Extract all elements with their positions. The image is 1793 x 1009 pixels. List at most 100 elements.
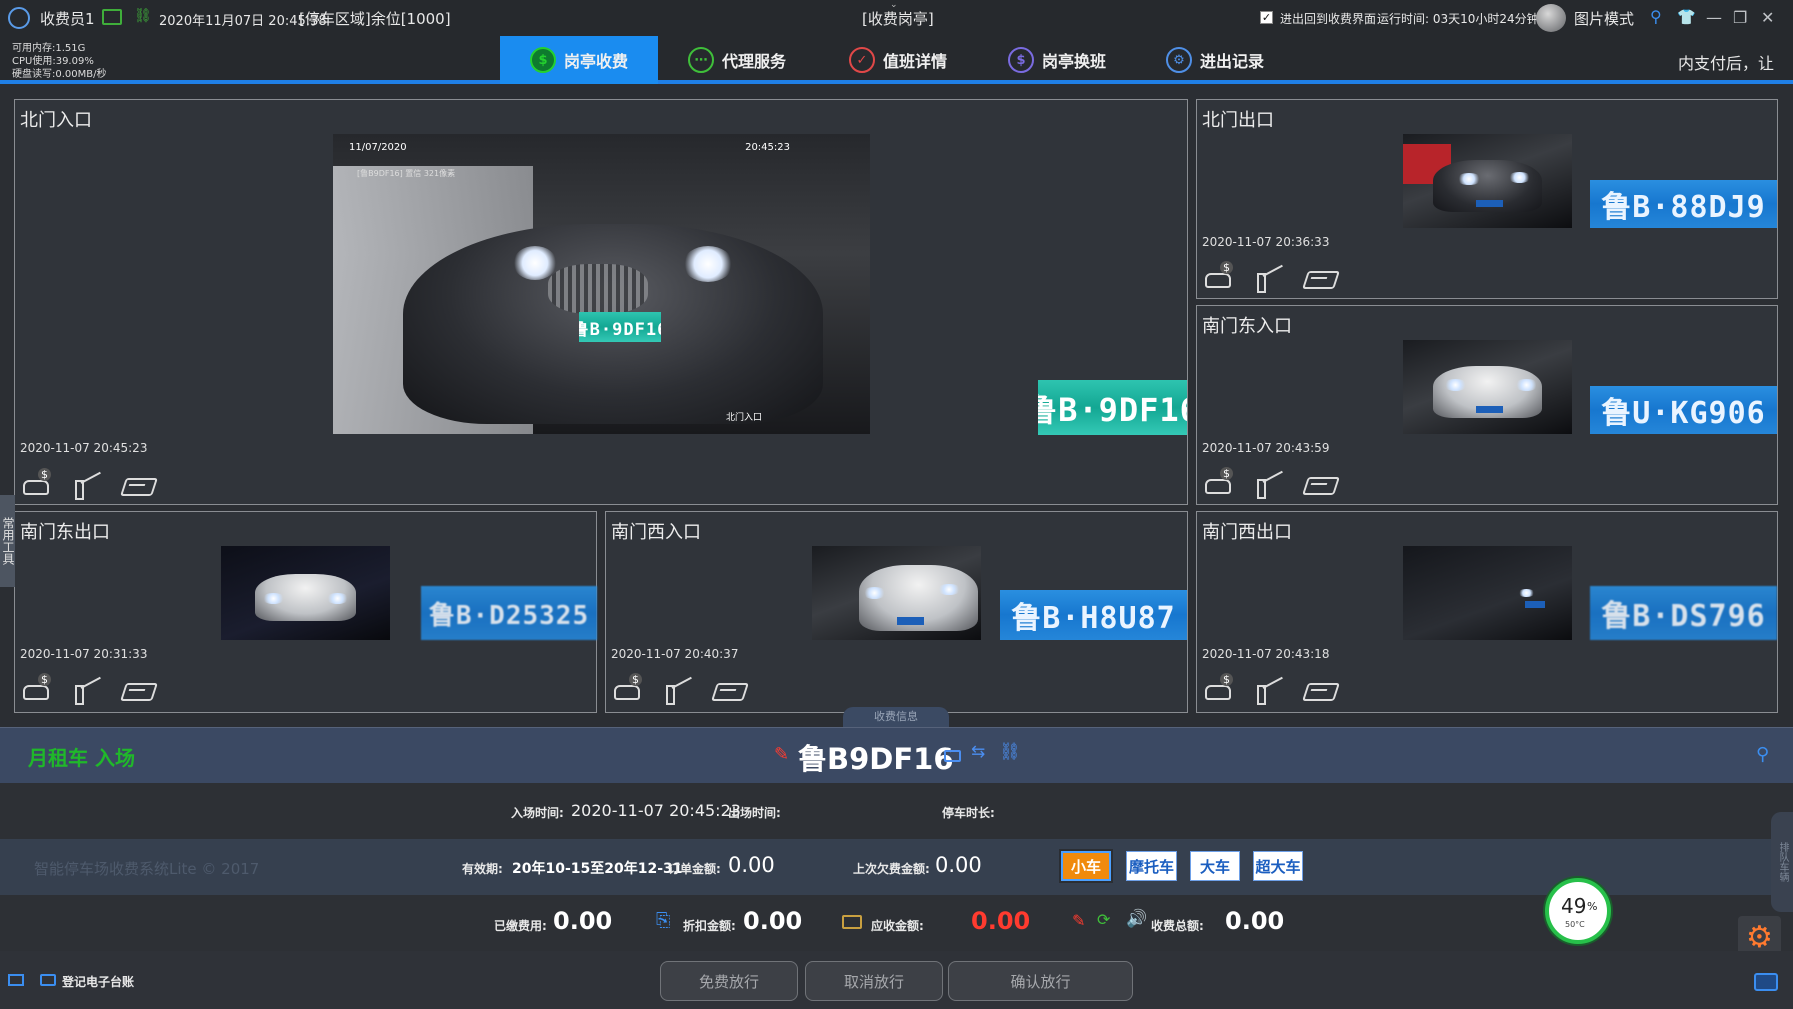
- tab-label: 岗亭换班: [1041, 52, 1106, 71]
- barrier-gate-icon[interactable]: [71, 472, 99, 500]
- exit-snapshot[interactable]: [221, 546, 390, 640]
- order-amount-label: 订单金额:: [668, 862, 721, 876]
- pen-icon[interactable]: ✎: [774, 744, 789, 765]
- charge-car-icon[interactable]: [21, 468, 51, 496]
- vehicle-type-large-car[interactable]: 大车: [1190, 851, 1240, 881]
- plate-image: 鲁U·KG906: [1590, 386, 1777, 434]
- charge-car-icon[interactable]: [21, 673, 51, 701]
- lane-time: 2020-11-07 20:31:33: [20, 647, 148, 661]
- refresh-icon[interactable]: ⟳: [1097, 910, 1110, 929]
- validity-value: 20年10-15至20年12-31: [512, 861, 683, 877]
- minimize-icon[interactable]: —: [1706, 8, 1722, 27]
- tab-label: 岗亭收费: [563, 52, 628, 71]
- overlay-info: [鲁B9DF16] 置信 321像素: [357, 169, 456, 178]
- image-mode-toggle[interactable]: [1536, 4, 1566, 32]
- plate-image: 鲁B·H8U87: [1000, 590, 1187, 640]
- user-icon: [8, 7, 30, 29]
- plate-bar: 月租车 入场 ✎ 鲁B9DF16 ⇆ ⛓ ⚲: [0, 727, 1793, 783]
- entry-snapshot[interactable]: [812, 546, 981, 640]
- entry-snapshot[interactable]: [1403, 340, 1572, 434]
- close-icon[interactable]: ✕: [1761, 8, 1774, 27]
- tab-label: 值班详情: [882, 52, 947, 71]
- plate-image: 鲁B·88DJ9: [1590, 180, 1777, 228]
- location-pin-icon[interactable]: ⚲: [1650, 7, 1662, 26]
- order-amount-value: 0.00: [728, 853, 775, 877]
- plate-image: 鲁B·D25325: [421, 586, 597, 640]
- copyright: 智能停车场收费系统Lite © 2017: [34, 860, 260, 878]
- barrier-gate-icon[interactable]: [1253, 265, 1281, 293]
- queue-side-tab[interactable]: 排队车辆: [1771, 812, 1793, 912]
- plate-correct-icon[interactable]: [1303, 471, 1331, 495]
- charge-car-icon[interactable]: [1203, 261, 1233, 289]
- receivable-label: 应收金额:: [871, 919, 924, 933]
- plate-correct-icon[interactable]: [1303, 677, 1331, 701]
- lane-controls: [21, 673, 149, 705]
- current-plate[interactable]: 鲁B9DF16: [798, 736, 954, 778]
- card-icon[interactable]: [944, 750, 961, 762]
- exit-snapshot[interactable]: [1403, 546, 1572, 640]
- chevron-down-icon[interactable]: ⌄: [890, 0, 898, 10]
- vehicle-status: 月租车 入场: [28, 746, 135, 770]
- link-plate-icon[interactable]: ⛓: [999, 742, 1021, 762]
- cpu-gauge[interactable]: 49 % 50°C: [1545, 878, 1611, 944]
- total-label: 收费总额:: [1151, 919, 1204, 933]
- shirt-icon[interactable]: 👕: [1677, 8, 1696, 26]
- confirm-release-button[interactable]: 确认放行: [948, 961, 1133, 1001]
- plate-correct-icon[interactable]: [1303, 265, 1331, 289]
- lane-title: 南门东入口: [1202, 316, 1292, 337]
- paperclip-icon[interactable]: ⎘: [656, 910, 670, 931]
- vehicle-type-small-car[interactable]: 小车: [1059, 849, 1113, 883]
- amount-row: 已缴费用: 0.00 ⎘ 折扣金额: 0.00 应收金额: 0.00 ✎ ⟳ 🔊…: [0, 895, 1793, 951]
- chat-icon[interactable]: [1754, 973, 1778, 991]
- plate-correct-icon[interactable]: [712, 677, 740, 701]
- entry-time-label: 入场时间:: [511, 806, 564, 820]
- menu-icon[interactable]: [8, 974, 24, 986]
- tab-booth-charge[interactable]: $ 岗亭收费: [500, 36, 658, 84]
- barrier-gate-icon[interactable]: [1253, 471, 1281, 499]
- vehicle-type-extra-large[interactable]: 超大车: [1253, 851, 1303, 881]
- location-icon[interactable]: ⚲: [1756, 744, 1769, 765]
- receipt-icon[interactable]: [842, 915, 862, 929]
- barrier-gate-icon[interactable]: [71, 677, 99, 705]
- lane-time: 2020-11-07 20:36:33: [1202, 235, 1330, 249]
- free-release-button[interactable]: 免费放行: [660, 961, 798, 1001]
- plate-correct-icon[interactable]: [121, 472, 149, 496]
- plate-correct-icon[interactable]: [121, 677, 149, 701]
- ledger-link[interactable]: 登记电子台账: [62, 973, 134, 990]
- lane-time: 2020-11-07 20:45:23: [20, 441, 148, 455]
- exit-time-label: 出场时间:: [728, 806, 781, 820]
- tab-shift-change[interactable]: $ 岗亭换班: [995, 36, 1119, 84]
- tab-entry-exit-records[interactable]: ⚙ 进出记录: [1153, 36, 1277, 84]
- pen-red-icon[interactable]: ✎: [1072, 911, 1085, 930]
- barrier-gate-icon[interactable]: [662, 677, 690, 705]
- swap-icon[interactable]: ⇆: [971, 742, 985, 762]
- maximize-icon[interactable]: ❐: [1733, 8, 1747, 27]
- operator-name: 收费员1: [40, 10, 95, 28]
- last-owed-value: 0.00: [935, 853, 982, 877]
- link-icon: ⛓: [134, 8, 152, 24]
- service-icon: ⋯: [687, 47, 714, 73]
- barrier-gate-icon[interactable]: [1253, 677, 1281, 705]
- lane-time: 2020-11-07 20:43:18: [1202, 647, 1330, 661]
- charge-info-tab[interactable]: 收费信息: [843, 707, 949, 727]
- tab-shift-details[interactable]: ✓ 值班详情: [836, 36, 960, 84]
- tab-agent-service[interactable]: ⋯ 代理服务: [675, 36, 799, 84]
- charge-car-icon[interactable]: [612, 673, 642, 701]
- ledger-icon[interactable]: [40, 974, 56, 986]
- return-checkbox[interactable]: ✓: [1260, 11, 1273, 24]
- charge-car-icon[interactable]: [1203, 467, 1233, 495]
- side-tools-tab[interactable]: 常用工具: [0, 495, 15, 587]
- speaker-icon[interactable]: 🔊: [1126, 909, 1147, 929]
- discount-value: 0.00: [743, 907, 803, 935]
- discount-label: 折扣金额:: [683, 919, 736, 933]
- charge-car-icon[interactable]: [1203, 673, 1233, 701]
- cancel-release-button[interactable]: 取消放行: [805, 961, 943, 1001]
- lane-controls: [1203, 673, 1331, 705]
- marquee-notice: 内支付后，让: [1678, 54, 1775, 73]
- vehicle-type-motorcycle[interactable]: 摩托车: [1126, 851, 1177, 881]
- total-value: 0.00: [1225, 907, 1285, 935]
- title-bar: 收费员1 ⛓ 2020年11月07日 20:45:38 [停车区域]余位[100…: [0, 0, 1793, 36]
- lane-title: 南门东出口: [20, 522, 110, 543]
- exit-snapshot[interactable]: [1403, 134, 1572, 228]
- entry-snapshot[interactable]: 鲁B·9DF16 11/07/2020 20:45:23 [鲁B9DF16] 置…: [333, 134, 870, 434]
